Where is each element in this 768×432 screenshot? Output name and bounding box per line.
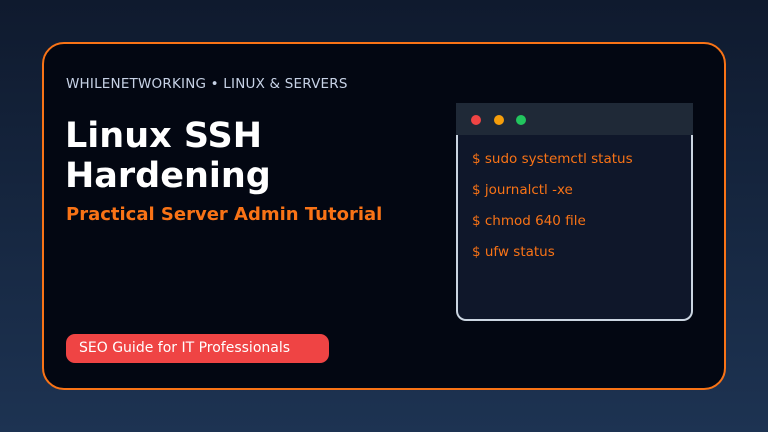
- terminal-window: $ sudo systemctl status $ journalctl -xe…: [456, 103, 693, 321]
- terminal-title-bar: [456, 103, 693, 135]
- page-title: Linux SSH Hardening: [65, 116, 271, 196]
- terminal-line: $ sudo systemctl status: [472, 151, 633, 167]
- seo-badge: SEO Guide for IT Professionals: [66, 334, 329, 363]
- terminal-line: $ journalctl -xe: [472, 182, 573, 198]
- terminal-line: $ ufw status: [472, 244, 555, 260]
- terminal-line: $ chmod 640 file: [472, 213, 586, 229]
- terminal-output: $ sudo systemctl status $ journalctl -xe…: [472, 150, 633, 274]
- minimize-dot-icon: [494, 115, 504, 125]
- close-dot-icon: [471, 115, 481, 125]
- brand-eyebrow: WHILENETWORKING • LINUX & SERVERS: [66, 76, 348, 92]
- thumbnail-card: WHILENETWORKING • LINUX & SERVERS Linux …: [42, 42, 726, 390]
- subtitle: Practical Server Admin Tutorial: [66, 204, 383, 225]
- maximize-dot-icon: [516, 115, 526, 125]
